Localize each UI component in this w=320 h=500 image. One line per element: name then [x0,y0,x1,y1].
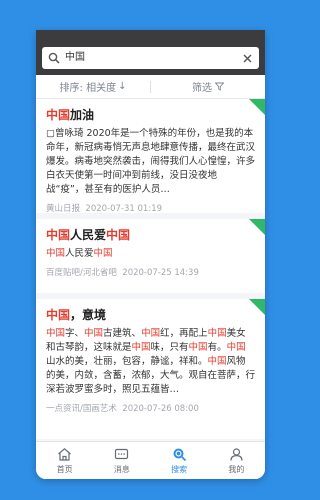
result-date: 2020-07-26 08:00 [122,404,199,414]
sort-filter-bar: 排序: 相关度 ↓ 筛选 [36,75,265,99]
result-source: 黄山日报 [46,204,81,214]
corner-badge [249,299,265,315]
corner-badge [249,99,265,115]
sort-button[interactable]: 排序: 相关度 ↓ [36,79,150,94]
search-input[interactable]: 中国 [65,47,237,69]
search-bar[interactable]: 中国 [42,47,259,69]
bottom-tab-bar: 首页 消息 搜索 我的 [36,441,265,479]
tab-home[interactable]: 首页 [36,442,93,479]
tab-label: 首页 [56,464,73,474]
tab-search[interactable]: 搜索 [151,442,208,479]
corner-badge [249,219,265,235]
search-icon [173,448,186,461]
home-icon [58,447,72,461]
sort-arrow-icon: ↓ [118,81,127,92]
result-title: 中国，意境 [46,308,107,322]
list-item[interactable]: 中国加油 ▢曾咏琦 2020年是一个特殊的年份，也是我的本命年，新冠病毒悄无声息… [36,99,265,214]
result-snippet: ▢曾咏琦 2020年是一个特殊的年份，也是我的本命年，新冠病毒悄无声息地肆意传播… [46,128,256,195]
close-icon[interactable] [242,53,253,64]
result-date: 2020-07-25 14:39 [122,268,199,278]
result-source: 一点资讯/国画艺术 [46,404,117,414]
results-list: 中国加油 ▢曾咏琦 2020年是一个特殊的年份，也是我的本命年，新冠病毒悄无声息… [36,99,265,439]
filter-icon [215,82,224,91]
phone-screen: 中国 排序: 相关度 ↓ 筛选 中国加油 ▢曾咏琦 2020年是一个特殊的年份，… [36,30,265,479]
message-icon [115,448,129,459]
tab-messages[interactable]: 消息 [93,442,150,479]
search-icon [48,52,60,64]
sort-label: 排序: 相关度 [59,83,117,94]
tab-label: 我的 [228,464,245,474]
result-meta: 黄山日报 2020-07-31 01:19 [46,202,255,214]
result-snippet: 中国人民爱中国 [46,248,113,259]
filter-button[interactable]: 筛选 [151,79,265,94]
profile-icon [230,447,243,461]
list-item[interactable]: 中国，意境 中国字、中国古建筑、中国红，再配上中国美女和古琴韵，这味就是中国味，… [36,299,265,439]
search-header: 中国 [36,30,265,75]
result-snippet: 中国字、中国古建筑、中国红，再配上中国美女和古琴韵，这味就是中国味，只有中国有。… [46,328,256,395]
result-meta: 百度贴吧/河北省吧 2020-07-25 14:39 [46,266,255,278]
tab-label: 搜索 [171,464,188,474]
result-title: 中国人民爱中国 [46,228,131,242]
result-title: 中国加油 [46,108,95,122]
result-source: 百度贴吧/河北省吧 [46,268,117,278]
tab-profile[interactable]: 我的 [208,442,265,479]
result-date: 2020-07-31 01:19 [85,204,163,214]
result-meta: 一点资讯/国画艺术 2020-07-26 08:00 [46,402,255,414]
filter-label: 筛选 [192,83,212,94]
list-item[interactable]: 中国人民爱中国 中国人民爱中国 百度贴吧/河北省吧 2020-07-25 14:… [36,219,265,293]
tab-label: 消息 [113,464,130,474]
